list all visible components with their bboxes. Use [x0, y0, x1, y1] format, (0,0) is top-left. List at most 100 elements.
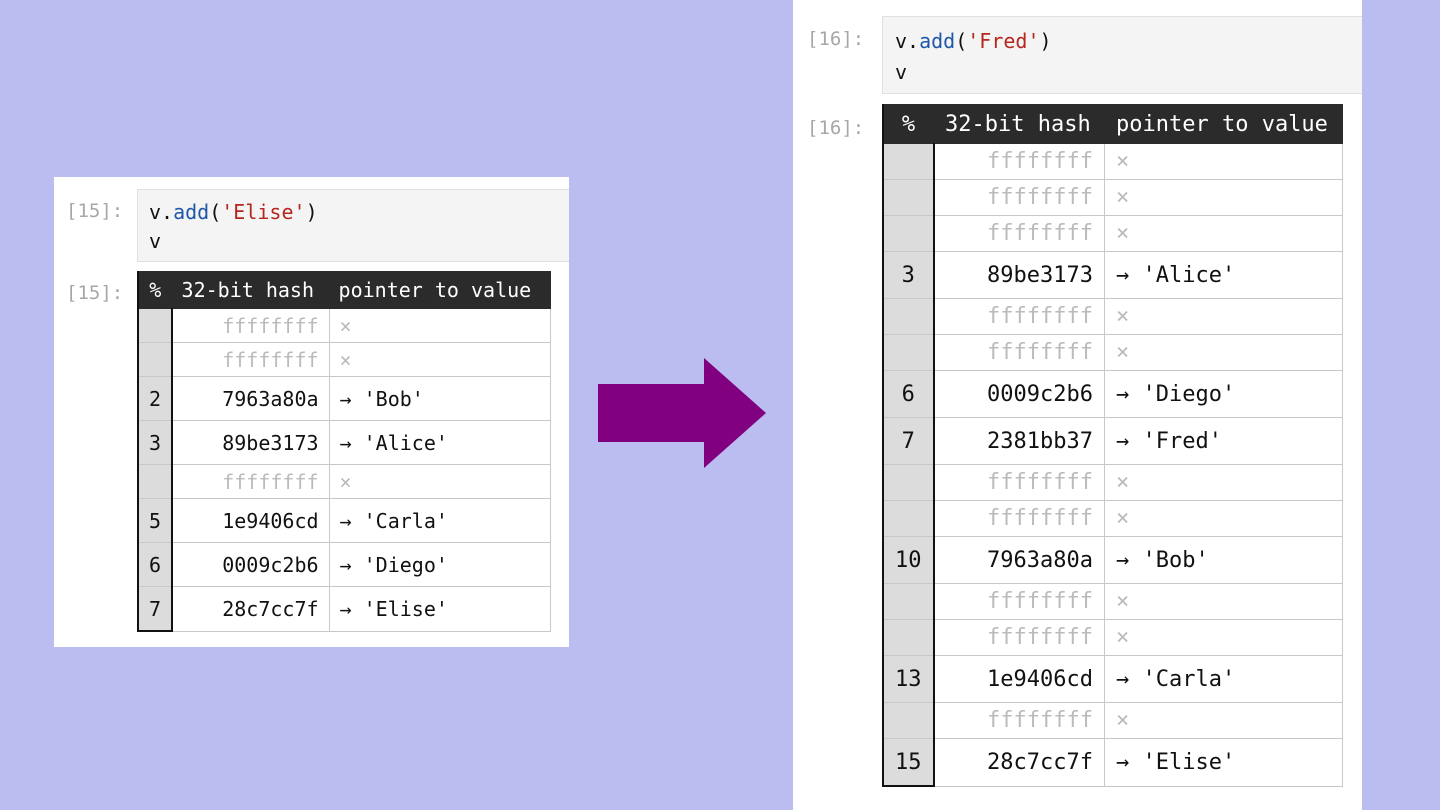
hash-cell: ffffffff — [933, 298, 1105, 335]
empty-slot-row: ffffffff × — [882, 464, 1343, 501]
hash-cell: 28c7cc7f — [171, 586, 330, 632]
header-index: % — [136, 271, 173, 309]
index-cell — [136, 464, 174, 499]
empty-slot-row: ffffffff × — [136, 342, 551, 377]
index-cell: 3 — [882, 251, 935, 299]
index-cell — [882, 500, 935, 537]
code-line-2: v — [149, 229, 162, 253]
table-row: 13 1e9406cd → 'Carla' — [882, 655, 1343, 703]
pointer-cell: × — [1104, 215, 1343, 252]
hash-cell: 7963a80a — [933, 536, 1105, 584]
code-line-2: v — [895, 60, 908, 84]
hash-cell: ffffffff — [933, 143, 1105, 180]
code-argument: 'Fred' — [967, 29, 1040, 53]
index-cell — [882, 179, 935, 216]
code-method: add — [919, 29, 956, 53]
table-row: 3 89be3173 → 'Alice' — [136, 420, 551, 465]
pointer-cell: × — [1104, 298, 1343, 335]
empty-slot-row: ffffffff × — [882, 215, 1343, 252]
table-row: 6 0009c2b6 → 'Diego' — [882, 370, 1343, 418]
pointer-cell: × — [1104, 143, 1343, 180]
index-cell: 3 — [136, 420, 174, 465]
hash-cell: 1e9406cd — [933, 655, 1105, 703]
table-row: 5 1e9406cd → 'Carla' — [136, 498, 551, 543]
index-cell: 7 — [136, 586, 174, 632]
empty-slot-row: ffffffff × — [882, 143, 1343, 180]
pointer-cell: → 'Carla' — [328, 498, 551, 543]
hash-cell: 2381bb37 — [933, 417, 1105, 465]
table-row: 7 28c7cc7f → 'Elise' — [136, 586, 551, 632]
empty-slot-row: ffffffff × — [136, 308, 551, 343]
output-prompt: [16]: — [807, 117, 865, 139]
code-cell[interactable]: v.add('Fred') v — [882, 16, 1362, 94]
hash-cell: ffffffff — [171, 342, 330, 377]
notebook-panel-before: [15]: v.add('Elise') v [15]: % 32-bit ha… — [54, 177, 569, 647]
header-index: % — [882, 104, 934, 144]
pointer-cell: → 'Elise' — [1104, 738, 1343, 787]
header-hash: 32-bit hash — [933, 104, 1105, 144]
index-cell: 6 — [882, 370, 935, 418]
index-cell — [882, 702, 935, 739]
code-method: add — [173, 200, 210, 224]
pointer-cell: → 'Bob' — [328, 376, 551, 421]
table-row: 3 89be3173 → 'Alice' — [882, 251, 1343, 299]
empty-slot-row: ffffffff × — [882, 583, 1343, 620]
table-row: 15 28c7cc7f → 'Elise' — [882, 738, 1343, 787]
table-row: 6 0009c2b6 → 'Diego' — [136, 542, 551, 587]
hash-cell: 28c7cc7f — [933, 738, 1105, 787]
index-cell — [136, 342, 174, 377]
hash-cell: ffffffff — [933, 464, 1105, 501]
pointer-cell: → 'Alice' — [1104, 251, 1343, 299]
pointer-cell: × — [1104, 500, 1343, 537]
output-prompt: [15]: — [66, 282, 124, 304]
index-cell — [882, 215, 935, 252]
pointer-cell: → 'Elise' — [328, 586, 551, 632]
header-pointer: pointer to value — [1104, 104, 1343, 144]
input-prompt: [15]: — [66, 200, 124, 222]
code-argument: 'Elise' — [221, 200, 306, 224]
pointer-cell: → 'Carla' — [1104, 655, 1343, 703]
right-arrow-icon — [598, 358, 766, 468]
hash-cell: 89be3173 — [933, 251, 1105, 299]
index-cell — [882, 143, 935, 180]
pointer-cell: × — [328, 308, 551, 343]
code-object: v — [149, 200, 162, 224]
index-cell: 7 — [882, 417, 935, 465]
pointer-cell: → 'Bob' — [1104, 536, 1343, 584]
table-row: 2 7963a80a → 'Bob' — [136, 376, 551, 421]
table-row: 7 2381bb37 → 'Fred' — [882, 417, 1343, 465]
hash-cell: ffffffff — [933, 583, 1105, 620]
index-cell: 5 — [136, 498, 174, 543]
code-line-1: v.add('Elise') — [149, 200, 318, 224]
empty-slot-row: ffffffff × — [882, 298, 1343, 335]
code-line-1: v.add('Fred') — [895, 29, 1052, 53]
pointer-cell: × — [1104, 464, 1343, 501]
hash-table: % 32-bit hash pointer to value ffffffff ×… — [882, 104, 1343, 787]
hash-cell: 0009c2b6 — [933, 370, 1105, 418]
hash-cell: 0009c2b6 — [171, 542, 330, 587]
pointer-cell: × — [1104, 583, 1343, 620]
index-cell — [136, 308, 174, 343]
pointer-cell: → 'Diego' — [328, 542, 551, 587]
empty-slot-row: ffffffff × — [882, 334, 1343, 371]
notebook-panel-after: [16]: v.add('Fred') v [16]: % 32-bit has… — [793, 0, 1362, 810]
pointer-cell: × — [1104, 179, 1343, 216]
code-object: v — [895, 29, 908, 53]
hash-cell: ffffffff — [933, 334, 1105, 371]
pointer-cell: × — [1104, 334, 1343, 371]
hash-cell: 7963a80a — [171, 376, 330, 421]
table-row: 10 7963a80a → 'Bob' — [882, 536, 1343, 584]
pointer-cell: × — [328, 464, 551, 499]
hash-cell: ffffffff — [171, 308, 330, 343]
hash-cell: ffffffff — [933, 215, 1105, 252]
index-cell: 13 — [882, 655, 935, 703]
hash-cell: ffffffff — [933, 619, 1105, 656]
hash-cell: 89be3173 — [171, 420, 330, 465]
pointer-cell: → 'Diego' — [1104, 370, 1343, 418]
pointer-cell: → 'Fred' — [1104, 417, 1343, 465]
header-pointer: pointer to value — [328, 271, 551, 309]
index-cell: 2 — [136, 376, 174, 421]
code-cell[interactable]: v.add('Elise') v — [137, 189, 569, 262]
index-cell — [882, 464, 935, 501]
hash-cell: ffffffff — [933, 500, 1105, 537]
